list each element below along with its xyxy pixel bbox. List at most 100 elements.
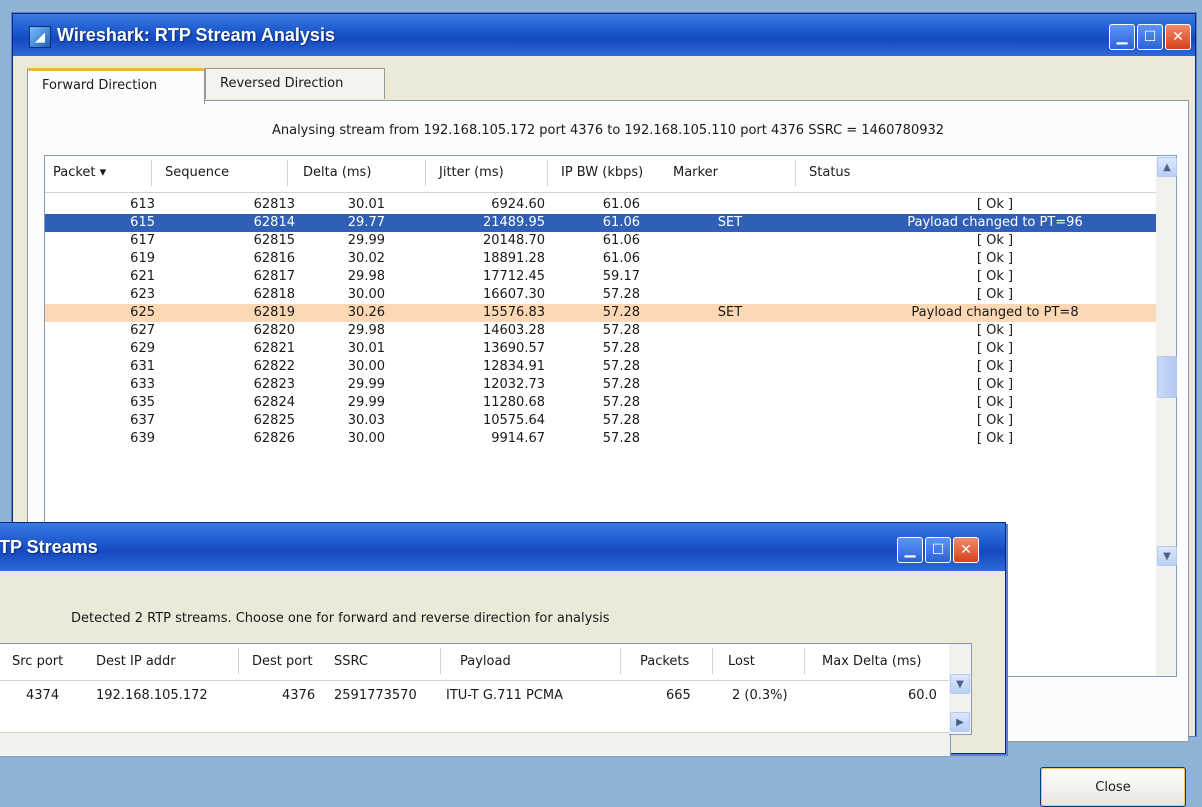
streams-scroll-right-icon[interactable]: ▶ <box>950 712 970 732</box>
col-dest-ip[interactable]: Dest IP addr <box>96 654 176 669</box>
streams-table[interactable]: Src port Dest IP addr Dest port SSRC Pay… <box>0 643 951 757</box>
cell-seq: 62826 <box>253 431 295 446</box>
col-delta[interactable]: Delta (ms) <box>303 165 371 180</box>
stream-packets: 665 <box>666 688 691 703</box>
cell-delta: 30.00 <box>347 359 385 374</box>
cell-status: [ Ok ] <box>976 233 1014 248</box>
cell-seq: 62813 <box>253 197 295 212</box>
cell-bw: 61.06 <box>602 251 640 266</box>
cell-jitter: 15576.83 <box>482 305 545 320</box>
col-marker[interactable]: Marker <box>673 165 718 180</box>
cell-status: [ Ok ] <box>976 323 1014 338</box>
streams-title-bar[interactable]: TP Streams ▁ ☐ ✕ <box>0 523 1005 571</box>
table-row[interactable]: 631 62822 30.00 12834.91 57.28 [ Ok ] <box>45 358 1157 376</box>
scroll-up-icon[interactable]: ▲ <box>1157 157 1177 177</box>
cell-bw: 57.28 <box>602 395 640 410</box>
col-dest-port[interactable]: Dest port <box>252 654 313 669</box>
cell-seq: 62822 <box>253 359 295 374</box>
col-packet[interactable]: Packet ▾ <box>53 165 106 180</box>
col-sequence[interactable]: Sequence <box>165 165 229 180</box>
table-row[interactable]: 619 62816 30.02 18891.28 61.06 [ Ok ] <box>45 250 1157 268</box>
cell-delta: 29.98 <box>347 323 385 338</box>
cell-bw: 57.28 <box>602 341 640 356</box>
cell-packet: 631 <box>130 359 155 374</box>
cell-bw: 59.17 <box>602 269 640 284</box>
table-row[interactable]: 625 62819 30.26 15576.83 57.28 SET Payload cha… <box>45 304 1157 322</box>
col-src-port[interactable]: Src port <box>12 654 63 669</box>
tab-reversed-direction[interactable]: Reversed Direction <box>205 68 385 99</box>
scroll-down-icon[interactable]: ▼ <box>1157 546 1177 566</box>
cell-packet: 635 <box>130 395 155 410</box>
horizontal-scrollbar[interactable] <box>0 732 950 755</box>
cell-delta: 30.00 <box>347 287 385 302</box>
close-button[interactable]: Close <box>1040 767 1186 807</box>
vertical-scrollbar[interactable]: ▲ ▼ <box>1156 155 1177 677</box>
cell-jitter: 18891.28 <box>482 251 545 266</box>
cell-packet: 621 <box>130 269 155 284</box>
cell-delta: 30.02 <box>347 251 385 266</box>
cell-seq: 62821 <box>253 341 295 356</box>
wireshark-icon: ◢ <box>29 26 51 48</box>
cell-bw: 57.28 <box>602 287 640 302</box>
cell-delta: 29.99 <box>347 377 385 392</box>
cell-packet: 619 <box>130 251 155 266</box>
tab-forward-direction[interactable]: Forward Direction <box>27 68 205 104</box>
col-packets[interactable]: Packets <box>640 654 689 669</box>
cell-seq: 62823 <box>253 377 295 392</box>
minimize-icon[interactable]: ▁ <box>1109 24 1135 50</box>
cell-delta: 30.03 <box>347 413 385 428</box>
table-row[interactable]: 613 62813 30.01 6924.60 61.06 [ Ok ] <box>45 196 1157 214</box>
cell-jitter: 11280.68 <box>482 395 545 410</box>
col-payload[interactable]: Payload <box>460 654 511 669</box>
table-row[interactable]: 615 62814 29.77 21489.95 61.06 SET Payload cha… <box>45 214 1157 232</box>
cell-bw: 57.28 <box>602 359 640 374</box>
cell-jitter: 9914.67 <box>491 431 545 446</box>
table-row[interactable]: 637 62825 30.03 10575.64 57.28 [ Ok ] <box>45 412 1157 430</box>
table-row[interactable]: 635 62824 29.99 11280.68 57.28 [ Ok ] <box>45 394 1157 412</box>
window-title: Wireshark: RTP Stream Analysis <box>57 25 335 45</box>
close-icon[interactable]: ✕ <box>1165 24 1191 50</box>
cell-jitter: 17712.45 <box>482 269 545 284</box>
cell-status: Payload changed to PT=8 <box>911 305 1079 320</box>
title-bar[interactable]: ◢ Wireshark: RTP Stream Analysis ▁ ☐ ✕ <box>13 14 1195 56</box>
table-row[interactable]: 617 62815 29.99 20148.70 61.06 [ Ok ] <box>45 232 1157 250</box>
col-jitter[interactable]: Jitter (ms) <box>439 165 504 180</box>
cell-marker: SET <box>717 305 743 320</box>
table-row[interactable]: 633 62823 29.99 12032.73 57.28 [ Ok ] <box>45 376 1157 394</box>
cell-packet: 627 <box>130 323 155 338</box>
col-ssrc[interactable]: SSRC <box>334 654 368 669</box>
table-row[interactable]: 623 62818 30.00 16607.30 57.28 [ Ok ] <box>45 286 1157 304</box>
cell-jitter: 16607.30 <box>482 287 545 302</box>
cell-packet: 629 <box>130 341 155 356</box>
streams-maximize-icon[interactable]: ☐ <box>925 537 951 563</box>
cell-packet: 617 <box>130 233 155 248</box>
scroll-thumb[interactable] <box>1157 356 1177 398</box>
col-ip-bw[interactable]: IP BW (kbps) <box>561 165 643 180</box>
col-lost[interactable]: Lost <box>728 654 755 669</box>
cell-status: [ Ok ] <box>976 287 1014 302</box>
cell-status: [ Ok ] <box>976 377 1014 392</box>
table-row[interactable]: 627 62820 29.98 14603.28 57.28 [ Ok ] <box>45 322 1157 340</box>
maximize-icon[interactable]: ☐ <box>1137 24 1163 50</box>
streams-window-title: TP Streams <box>0 537 98 557</box>
stream-row[interactable]: 4374 192.168.105.172 4376 2591773570 ITU… <box>0 688 950 706</box>
cell-packet: 625 <box>130 305 155 320</box>
cell-status: [ Ok ] <box>976 413 1014 428</box>
col-max-delta[interactable]: Max Delta (ms) <box>822 654 921 669</box>
table-row[interactable]: 621 62817 29.98 17712.45 59.17 [ Ok ] <box>45 268 1157 286</box>
table-row[interactable]: 639 62826 30.00 9914.67 57.28 [ Ok ] <box>45 430 1157 448</box>
streams-minimize-icon[interactable]: ▁ <box>897 537 923 563</box>
streams-vertical-scrollbar[interactable]: ▼ ▶ <box>949 643 972 735</box>
cell-status: [ Ok ] <box>976 359 1014 374</box>
cell-jitter: 6924.60 <box>491 197 545 212</box>
col-status[interactable]: Status <box>809 165 850 180</box>
cell-delta: 29.98 <box>347 269 385 284</box>
table-row[interactable]: 629 62821 30.01 13690.57 57.28 [ Ok ] <box>45 340 1157 358</box>
streams-close-icon[interactable]: ✕ <box>953 537 979 563</box>
cell-seq: 62814 <box>253 215 295 230</box>
streams-scroll-down-icon[interactable]: ▼ <box>950 674 970 694</box>
cell-packet: 639 <box>130 431 155 446</box>
cell-packet: 633 <box>130 377 155 392</box>
cell-seq: 62817 <box>253 269 295 284</box>
cell-seq: 62815 <box>253 233 295 248</box>
